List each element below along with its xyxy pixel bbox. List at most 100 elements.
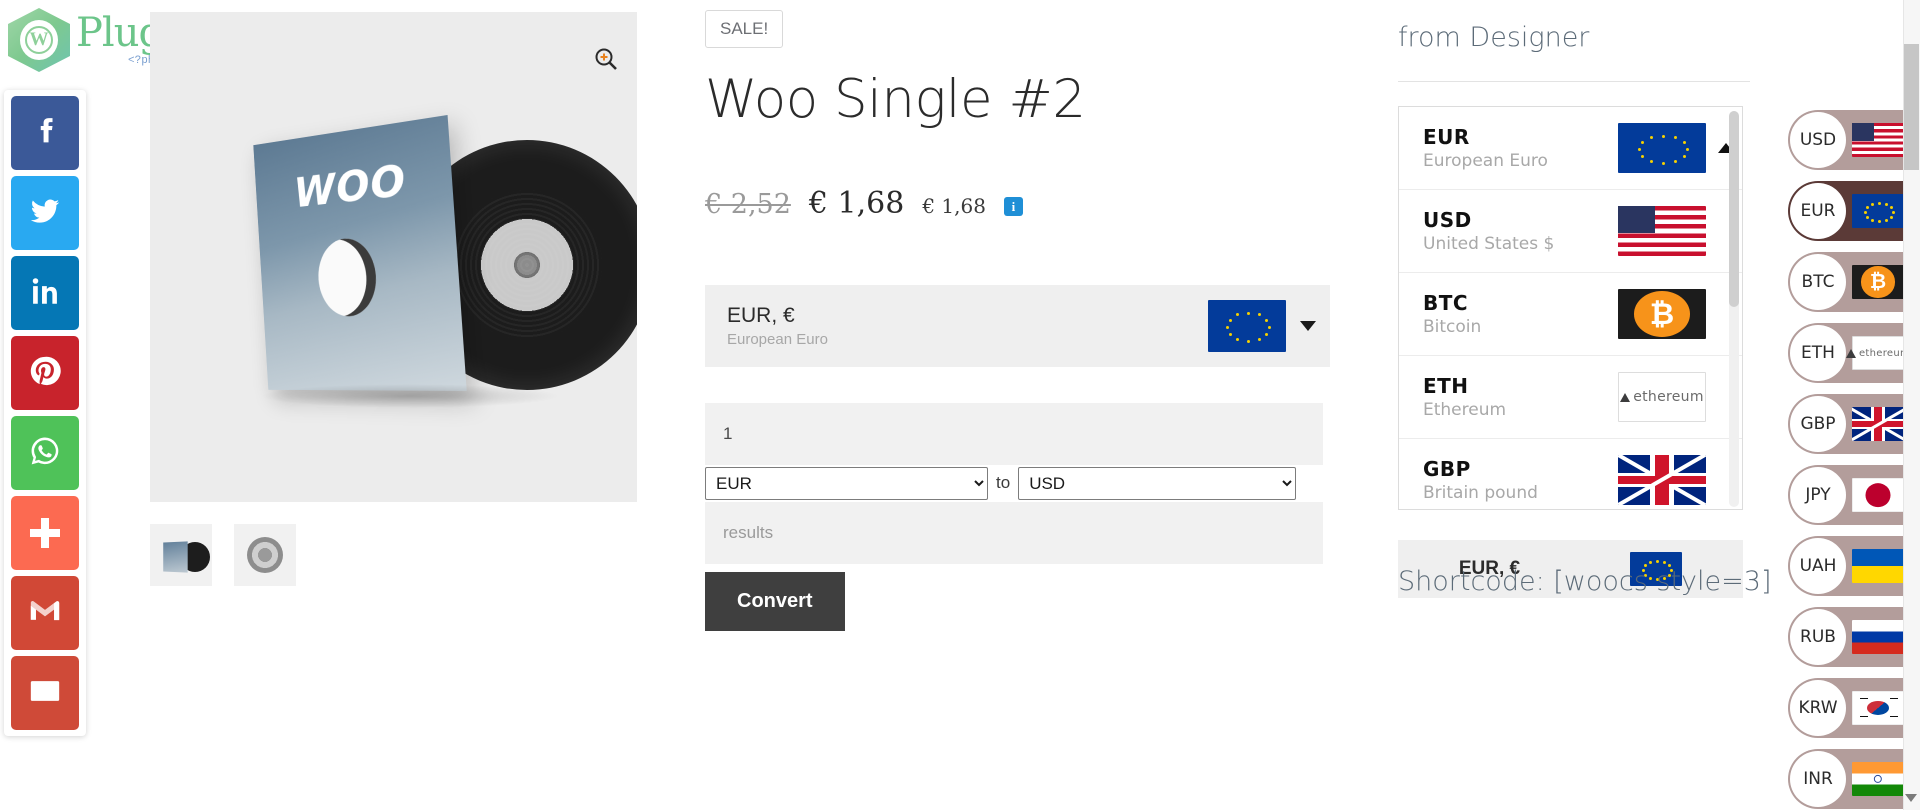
flag-jp-icon [1852,478,1904,512]
currency-option-flag [1616,206,1708,256]
share-pinterest-button[interactable] [11,336,79,410]
flag-ua-icon [1852,549,1904,583]
convert-button[interactable]: Convert [705,572,845,631]
flag-eu-icon [1852,194,1904,228]
currency-option-code: BTC [1423,291,1616,315]
currency-option-name: Britain pound [1423,483,1616,503]
currency-pill-flag [1852,549,1904,583]
thumbnail-record-sleeve[interactable] [150,524,212,586]
wordpress-w-glyph: W [25,26,53,54]
currency-pill-krw[interactable]: KRW [1788,678,1920,738]
currency-selector[interactable]: EUR, € European Euro [705,285,1330,367]
chevron-down-icon[interactable] [1300,321,1316,331]
share-twitter-button[interactable] [11,176,79,250]
currency-pill-inr[interactable]: INR [1788,749,1920,809]
currency-pill-rub[interactable]: RUB [1788,607,1920,667]
currency-dropdown-list: EUREuropean EuroUSDUnited States $BTCBit… [1399,107,1743,510]
currency-pill-flag [1852,194,1904,228]
section-heading-from-designer: from Designer [1398,0,1768,53]
currency-pill-flag [1852,691,1904,725]
currency-pill-code: GBP [1790,396,1846,452]
page-scrollbar-thumb[interactable] [1904,44,1919,170]
price-alternate-currency: € 1,68 [922,194,986,218]
gmail-icon [28,594,62,633]
currency-option-code: GBP [1423,457,1616,481]
flag-btc-icon: ₿ [1852,265,1904,299]
currency-option-eur[interactable]: EUREuropean Euro [1399,107,1743,190]
currency-pill-code: KRW [1790,680,1846,736]
converter-to-select[interactable]: EURUSDBTCETHGBPJPYUAHRUBKRWINR [1018,467,1296,500]
info-icon[interactable]: i [1004,197,1023,216]
flag-btc-icon: ₿ [1618,289,1706,339]
currency-pill-code: RUB [1790,609,1846,665]
page-title: Woo Single #2 [705,72,1330,128]
linkedin-icon [28,274,62,313]
currency-pill-btc[interactable]: BTC₿ [1788,252,1920,312]
currency-pill-flag [1852,478,1904,512]
currency-pill-flag [1852,407,1904,441]
currency-converter: EURUSDBTCETHGBPJPYUAHRUBKRWINR to EURUSD… [705,403,1323,631]
share-facebook-button[interactable] [11,96,79,170]
converter-amount-input[interactable] [705,403,1323,465]
product-gallery: WOO [150,12,637,586]
currency-pill-code: INR [1790,751,1846,807]
product-main-image[interactable]: WOO [150,12,637,502]
chevron-down-icon[interactable] [1905,794,1917,802]
currency-pill-jpy[interactable]: JPY [1788,465,1920,525]
currency-selector-name: European Euro [727,331,1208,348]
share-gmail-button[interactable] [11,576,79,650]
share-more-button[interactable] [11,496,79,570]
currency-pill-uah[interactable]: UAH [1788,536,1920,596]
currency-pill-gbp[interactable]: GBP [1788,394,1920,454]
vinyl-record-photo: WOO [150,12,637,502]
currency-option-name: Bitcoin [1423,317,1616,337]
converter-results-field[interactable]: results [705,502,1323,564]
currency-option-flag: ethereum [1616,372,1708,422]
eu-stars [1208,300,1286,352]
currency-pill-flag [1852,762,1904,796]
flag-eu-icon [1618,123,1706,173]
currency-option-btc[interactable]: BTCBitcoin₿ [1399,273,1743,356]
currency-option-gbp[interactable]: GBPBritain pound [1399,439,1743,510]
currency-pill-flag [1852,620,1904,654]
currency-pill-eth[interactable]: ETHethereum [1788,323,1920,383]
status-badge: SALE! [705,10,783,48]
share-email-button[interactable] [11,656,79,730]
currency-option-name: United States $ [1423,234,1616,254]
flag-in-icon [1852,762,1904,796]
currency-pill-code: USD [1790,112,1846,168]
currency-option-code: ETH [1423,374,1616,398]
twitter-icon [28,194,62,233]
magnifier-plus-icon[interactable] [593,46,619,72]
currency-pill-code: BTC [1790,254,1846,310]
share-whatsapp-button[interactable] [11,416,79,490]
flag-gb-icon [1852,407,1904,441]
whatsapp-icon [28,434,62,473]
currency-pill-flag: ₿ [1852,265,1904,299]
dropdown-scrollbar[interactable] [1729,111,1739,507]
flag-us-icon [1852,123,1904,157]
dropdown-scrollbar-thumb[interactable] [1729,111,1739,307]
currency-option-flag: ₿ [1616,289,1708,339]
currency-option-usd[interactable]: USDUnited States $ [1399,190,1743,273]
currency-pill-eur[interactable]: EUR [1788,181,1920,241]
flag-eth-icon: ethereum [1852,336,1904,370]
share-linkedin-button[interactable] [11,256,79,330]
currency-pill-code: EUR [1790,183,1846,239]
gallery-thumbnails [150,524,637,586]
flag-ru-icon [1852,620,1904,654]
currency-pill-usd[interactable]: USD [1788,110,1920,170]
currency-option-name: European Euro [1423,151,1616,171]
currency-option-eth[interactable]: ETHEthereumethereum [1399,356,1743,439]
currency-option-flag [1616,455,1708,505]
page-scrollbar[interactable] [1903,0,1920,810]
converter-from-select[interactable]: EURUSDBTCETHGBPJPYUAHRUBKRWINR [705,467,988,500]
flag-eth-icon: ethereum [1618,372,1706,422]
product-summary: SALE! Woo Single #2 € 2,52 € 1,68 € 1,68… [705,10,1330,631]
thumbnail-disc[interactable] [234,524,296,586]
currency-selector-code: EUR, € [727,304,1208,328]
divider [1398,81,1750,82]
sleeve-label: WOO [255,149,453,221]
currency-pill-flag [1852,123,1904,157]
flag-kr-icon [1852,691,1904,725]
